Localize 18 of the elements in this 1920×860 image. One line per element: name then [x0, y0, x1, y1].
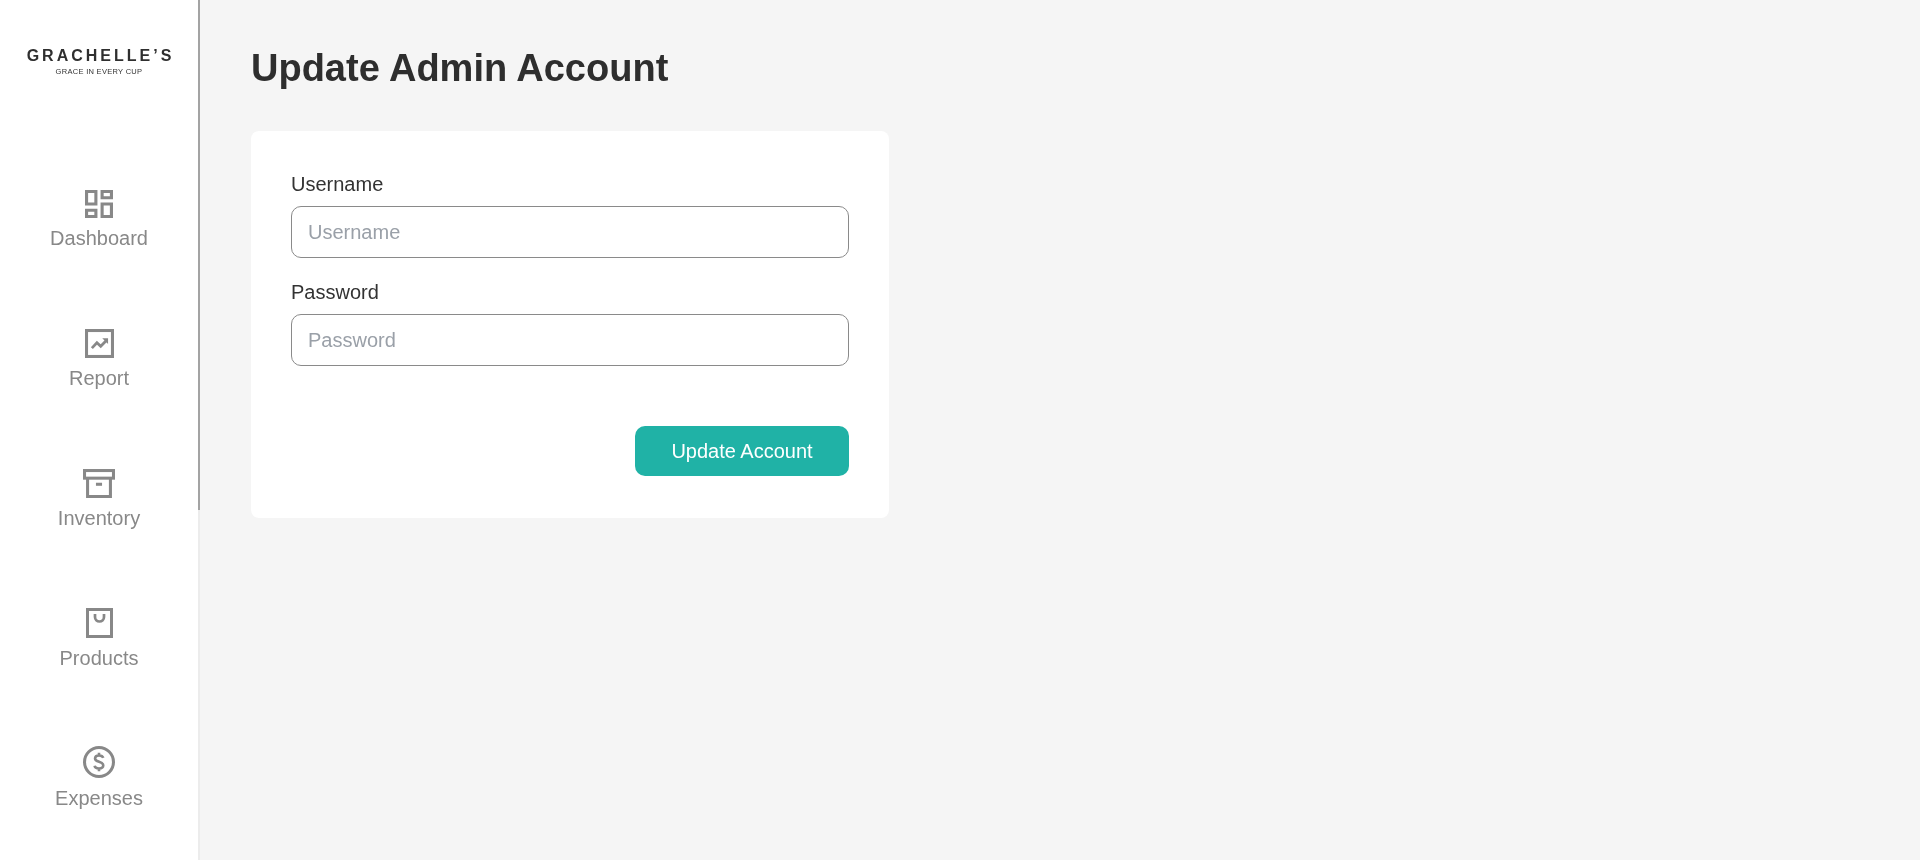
- page-title: Update Admin Account: [251, 46, 669, 90]
- nav-item[interactable]: Products: [59, 606, 139, 670]
- scrollbar-thumb[interactable]: [198, 0, 200, 510]
- field-label: Username: [291, 172, 384, 196]
- input-field[interactable]: Username: [291, 206, 849, 258]
- nav-item[interactable]: Dashboard: [50, 186, 148, 250]
- shopping-bag-icon: [85, 608, 113, 638]
- field-label: Password: [291, 280, 379, 304]
- dollar-coin-icon: [83, 746, 115, 778]
- nav-item[interactable]: Inventory: [57, 466, 141, 530]
- dashboard-icon: [85, 190, 113, 218]
- update-account-button[interactable]: Update Account: [635, 426, 849, 476]
- nav-item[interactable]: Expenses: [55, 746, 143, 810]
- input-field[interactable]: Password: [291, 314, 849, 366]
- chart-icon: [84, 329, 114, 358]
- nav-item[interactable]: Report: [69, 326, 129, 390]
- archive-box-icon: [83, 469, 115, 498]
- logo-name: GRACHELLE’S: [25, 46, 175, 66]
